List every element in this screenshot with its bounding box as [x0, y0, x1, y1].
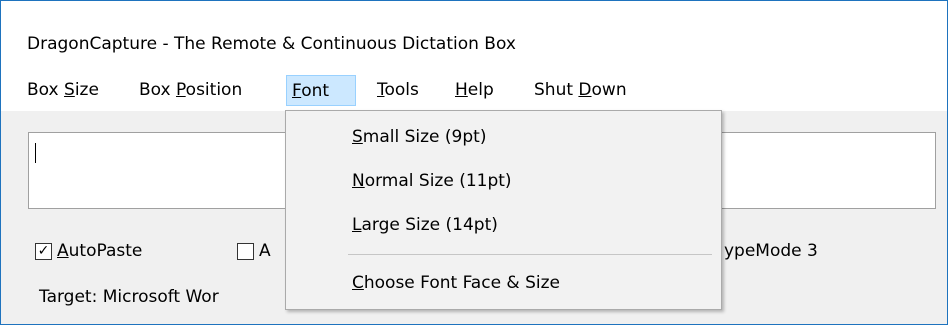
menu-item-normal-size-label: ormal Size (11pt): [364, 171, 512, 191]
menu-item-choose-font-face-accel: C: [352, 273, 364, 293]
menu-help[interactable]: Help: [450, 75, 499, 106]
font-menu-dropdown: Small Size (9pt) Normal Size (11pt) Larg…: [285, 110, 722, 310]
menu-help-label-post: elp: [467, 80, 494, 100]
menu-box-position[interactable]: Box Position: [134, 75, 247, 106]
menu-box-position-label-pre: Box: [139, 80, 177, 100]
text-caret: [35, 143, 36, 163]
menu-item-choose-font-face[interactable]: Choose Font Face & Size: [352, 273, 560, 293]
menu-item-normal-size-accel: N: [352, 171, 365, 191]
second-option-checkbox[interactable]: [237, 243, 254, 260]
checkmark-icon: ✓: [37, 243, 50, 259]
menu-font-accel: F: [292, 81, 302, 101]
menu-item-choose-font-face-label: hoose Font Face & Size: [363, 273, 560, 293]
menu-box-size-label-post: ize: [74, 80, 99, 100]
menu-item-small-size-label: mall Size (9pt): [362, 127, 487, 147]
menu-tools[interactable]: Tools: [372, 75, 424, 106]
menu-shut-down-accel: D: [578, 80, 592, 100]
menu-help-accel: H: [455, 80, 468, 100]
menu-item-large-size-label: arge Size (14pt): [361, 215, 498, 235]
menu-font[interactable]: Font: [286, 75, 356, 106]
menu-box-position-accel: P: [176, 80, 186, 100]
window-title: DragonCapture - The Remote & Continuous …: [27, 34, 516, 54]
menu-separator: [348, 254, 712, 255]
autopaste-option[interactable]: ✓ AutoPaste: [35, 241, 235, 265]
menu-tools-label-post: ools: [384, 80, 419, 100]
autopaste-accel: A: [57, 241, 69, 261]
typemode-option-label: ypeMode 3: [724, 241, 818, 261]
menu-item-small-size-accel: S: [352, 127, 363, 147]
menu-shut-down-label-pre: Shut: [534, 80, 579, 100]
target-label: Target: Microsoft Wor: [39, 287, 219, 307]
menu-box-position-label-post: osition: [185, 80, 243, 100]
menu-tools-accel: T: [377, 80, 385, 100]
title-bar: DragonCapture - The Remote & Continuous …: [1, 1, 947, 71]
autopaste-checkbox[interactable]: ✓: [35, 243, 52, 260]
menu-box-size[interactable]: Box Size: [22, 75, 104, 106]
second-option-label: A: [259, 241, 271, 261]
menu-font-label-post: ont: [301, 81, 330, 101]
autopaste-label: AutoPaste: [57, 241, 142, 261]
menu-shut-down[interactable]: Shut Down: [529, 75, 632, 106]
menu-box-size-label-pre: Box: [27, 80, 65, 100]
menu-item-small-size[interactable]: Small Size (9pt): [352, 127, 486, 147]
menu-item-normal-size[interactable]: Normal Size (11pt): [352, 171, 512, 191]
menu-item-large-size[interactable]: Large Size (14pt): [352, 215, 498, 235]
menu-shut-down-label-post: own: [591, 80, 627, 100]
autopaste-label-text: utoPaste: [68, 241, 143, 261]
menu-bar: Box Size Box Position Font Tools Help Sh…: [1, 71, 947, 111]
menu-box-size-accel: S: [64, 80, 75, 100]
